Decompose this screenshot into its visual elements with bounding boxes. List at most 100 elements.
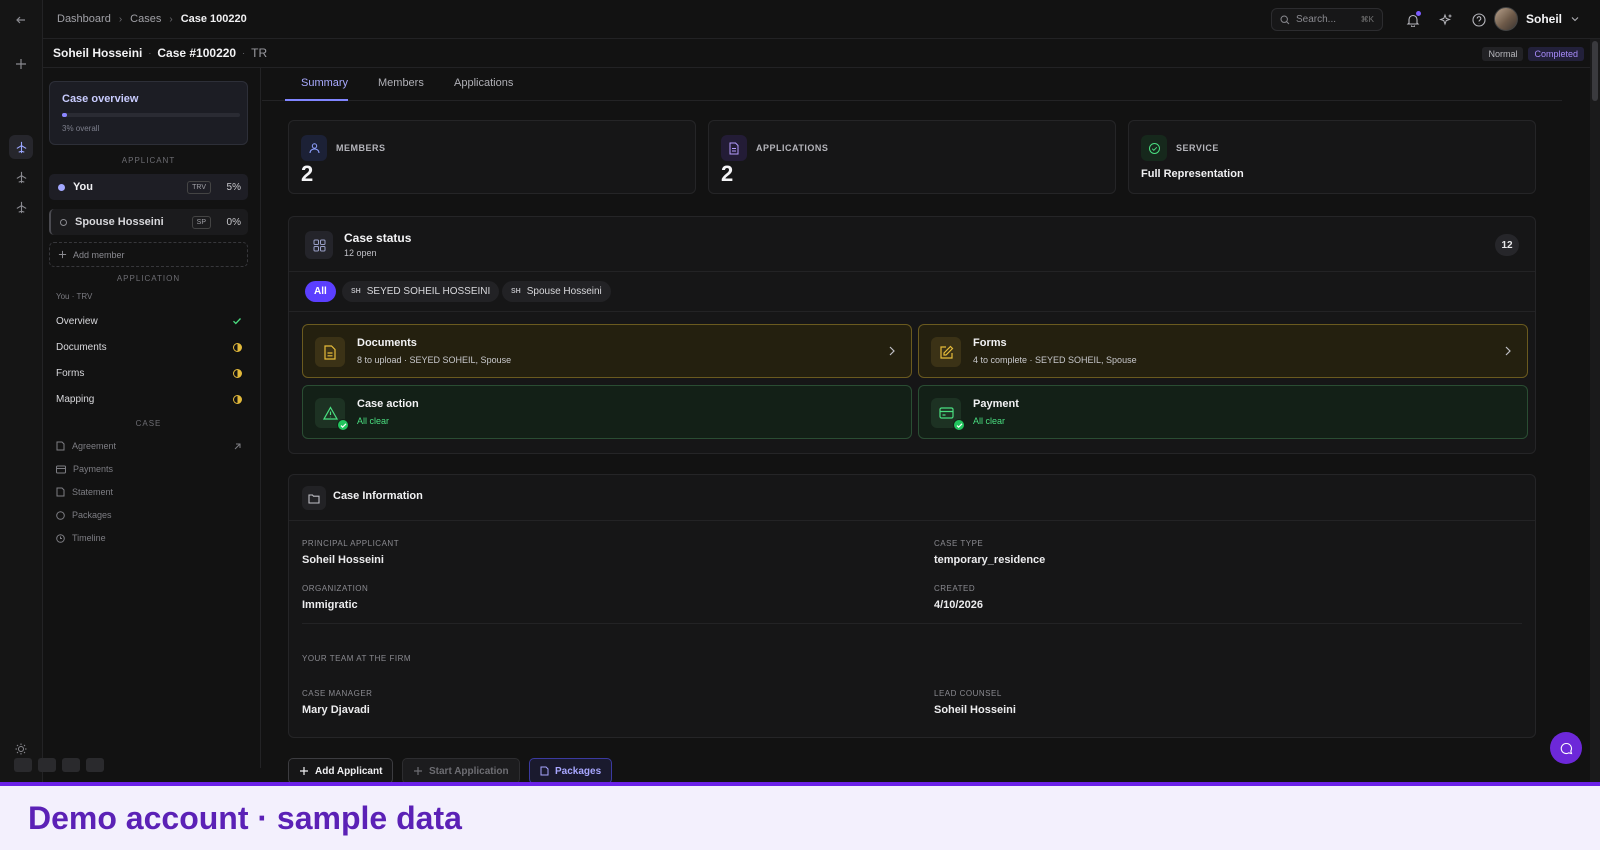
plane-icon[interactable] [9, 165, 33, 189]
add-member-label: Add member [73, 249, 125, 260]
organization-value: Immigratic [302, 599, 358, 611]
half-circle-icon [233, 368, 242, 378]
members-label: MEMBERS [336, 143, 386, 153]
lead-counsel-value: Soheil Hosseini [934, 704, 1016, 716]
case-sidebar: Case overview 3% overall APPLICANT You T… [43, 68, 261, 768]
selected-dot [58, 183, 65, 191]
case-overview-title: Case overview [62, 93, 139, 105]
members-count: 2 [301, 161, 314, 186]
case-type-code: TR [251, 46, 268, 60]
case-applicant-name: Soheil Hosseini [53, 46, 143, 60]
forms-task-card[interactable]: Forms 4 to complete · SEYED SOHEIL, Spou… [918, 324, 1528, 378]
service-stat-card: SERVICE Full Representation [1128, 120, 1536, 194]
nav-item-overview[interactable]: Overview [56, 312, 242, 330]
case-number: Case #100220 [157, 46, 237, 60]
nav-item-forms[interactable]: Forms [56, 364, 242, 382]
demo-banner-text: Demo account · sample data [28, 800, 462, 836]
add-applicant-button[interactable]: Add Applicant [288, 758, 394, 784]
tab-members[interactable]: Members [378, 77, 424, 89]
case-item-statement[interactable]: Statement [56, 484, 242, 500]
breadcrumb-current: Case 100220 [180, 13, 247, 25]
filter-chip-seyed-soheil[interactable]: SH SEYED SOHEIL HOSSEINI [342, 281, 500, 302]
member-row-spouse[interactable]: Spouse Hosseini SP 0% [49, 209, 248, 235]
payment-task-card[interactable]: Payment All clear [918, 385, 1528, 439]
plus-icon[interactable] [9, 52, 33, 76]
nav-item-documents[interactable]: Documents [56, 338, 242, 356]
tab-summary[interactable]: Summary [301, 77, 348, 89]
chevron-right-icon [889, 346, 895, 356]
plane-icon[interactable] [9, 135, 33, 159]
breadcrumb-cases[interactable]: Cases [130, 13, 161, 25]
chevron-down-icon [1571, 17, 1579, 22]
organization-label: ORGANIZATION [302, 584, 369, 593]
scrollbar[interactable] [1590, 39, 1600, 785]
case-status-title: Case status [344, 231, 412, 245]
case-item-packages[interactable]: Packages [56, 507, 242, 523]
tab-applications[interactable]: Applications [454, 77, 513, 89]
back-arrow-icon[interactable] [9, 8, 33, 32]
scrollbar-thumb[interactable] [1592, 41, 1598, 101]
add-member-button[interactable]: Add member [49, 242, 248, 267]
nav-item-label: Mapping [56, 393, 95, 405]
priority-badge: Normal [1482, 47, 1524, 61]
half-circle-icon [233, 342, 242, 352]
card-icon [56, 465, 66, 473]
main-content: Summary Members Applications MEMBERS 2 A… [262, 68, 1562, 784]
case-item-agreement[interactable]: Agreement [56, 438, 242, 454]
plus-icon [414, 767, 422, 775]
document-icon [56, 487, 65, 497]
case-action-task-card[interactable]: Case action All clear [302, 385, 912, 439]
clock-icon [56, 533, 65, 543]
member-row-you[interactable]: You TRV 5% [49, 174, 248, 200]
plane-icon[interactable] [9, 195, 33, 219]
bell-icon[interactable] [1404, 11, 1421, 28]
nav-item-mapping[interactable]: Mapping [56, 390, 242, 408]
task-title: Documents [357, 337, 417, 349]
application-subtitle: You · TRV [56, 292, 93, 301]
chip-label: All [314, 286, 327, 297]
task-title: Forms [973, 337, 1007, 349]
search-shortcut: ⌘K [1360, 15, 1374, 24]
case-overview-subtitle: 3% overall [62, 124, 100, 133]
start-application-button[interactable]: Start Application [402, 758, 520, 784]
tool-icon[interactable] [14, 758, 32, 772]
breadcrumb-dashboard[interactable]: Dashboard [57, 13, 111, 25]
sparkle-icon[interactable] [1437, 11, 1454, 28]
case-status-subtitle: 12 open [344, 248, 377, 258]
case-item-timeline[interactable]: Timeline [56, 530, 242, 546]
filter-chip-all[interactable]: All [305, 281, 336, 302]
chip-initials: SH [351, 288, 361, 295]
service-label: SERVICE [1176, 143, 1219, 153]
demo-banner: Demo account · sample data [0, 782, 1600, 850]
button-label: Add Applicant [315, 765, 383, 777]
case-item-label: Timeline [72, 533, 106, 543]
left-rail [0, 0, 43, 785]
member-tag: TRV [187, 180, 211, 194]
member-percent: 5% [226, 181, 241, 193]
created-value: 4/10/2026 [934, 599, 983, 611]
documents-task-card[interactable]: Documents 8 to upload · SEYED SOHEIL, Sp… [302, 324, 912, 378]
case-overview-card[interactable]: Case overview 3% overall [49, 81, 248, 145]
filter-chip-spouse[interactable]: SH Spouse Hosseini [502, 281, 611, 302]
packages-button[interactable]: Packages [529, 758, 613, 784]
case-item-label: Payments [73, 464, 114, 474]
chat-button[interactable] [1550, 732, 1582, 764]
help-icon[interactable] [1470, 11, 1487, 28]
user-menu[interactable]: Soheil [1493, 7, 1580, 31]
button-label: Packages [555, 765, 602, 777]
case-header: Soheil Hosseini · Case #100220 · TR Norm… [43, 39, 1600, 68]
case-manager-value: Mary Djavadi [302, 704, 370, 716]
chip-label: Spouse Hosseini [526, 286, 602, 297]
chip-initials: SH [511, 288, 521, 295]
edit-icon [931, 337, 961, 367]
search-input[interactable]: Search... ⌘K [1271, 8, 1383, 31]
divider [302, 623, 1522, 624]
nav-item-label: Overview [56, 315, 98, 327]
application-section-label: APPLICATION [116, 274, 181, 283]
half-circle-icon [233, 394, 242, 404]
search-icon [1280, 14, 1290, 24]
notification-dot [1416, 11, 1421, 16]
case-item-payments[interactable]: Payments [56, 461, 242, 477]
nav-item-label: Forms [56, 367, 85, 379]
applicant-section-label: APPLICANT [121, 156, 176, 165]
